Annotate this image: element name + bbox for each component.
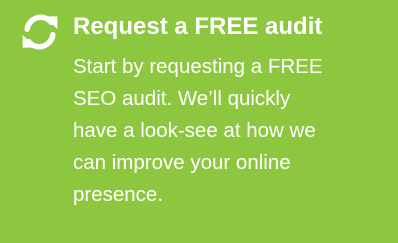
feature-description-line: can improve your online [73,151,291,174]
feature-description-line: SEO audit. We’ll quickly [73,87,291,110]
feature-description-line: Start by requesting a FREE [73,55,323,78]
feature-description-line: presence. [73,183,164,206]
feature-title: Request a FREE audit [73,13,323,40]
feature-description-line: have a look-see at how we [73,119,316,142]
feature-card: Request a FREE audit Start by requesting… [0,0,398,243]
refresh-icon [18,10,62,54]
feature-description: Start by requesting a FREE SEO audit. We… [73,51,391,211]
